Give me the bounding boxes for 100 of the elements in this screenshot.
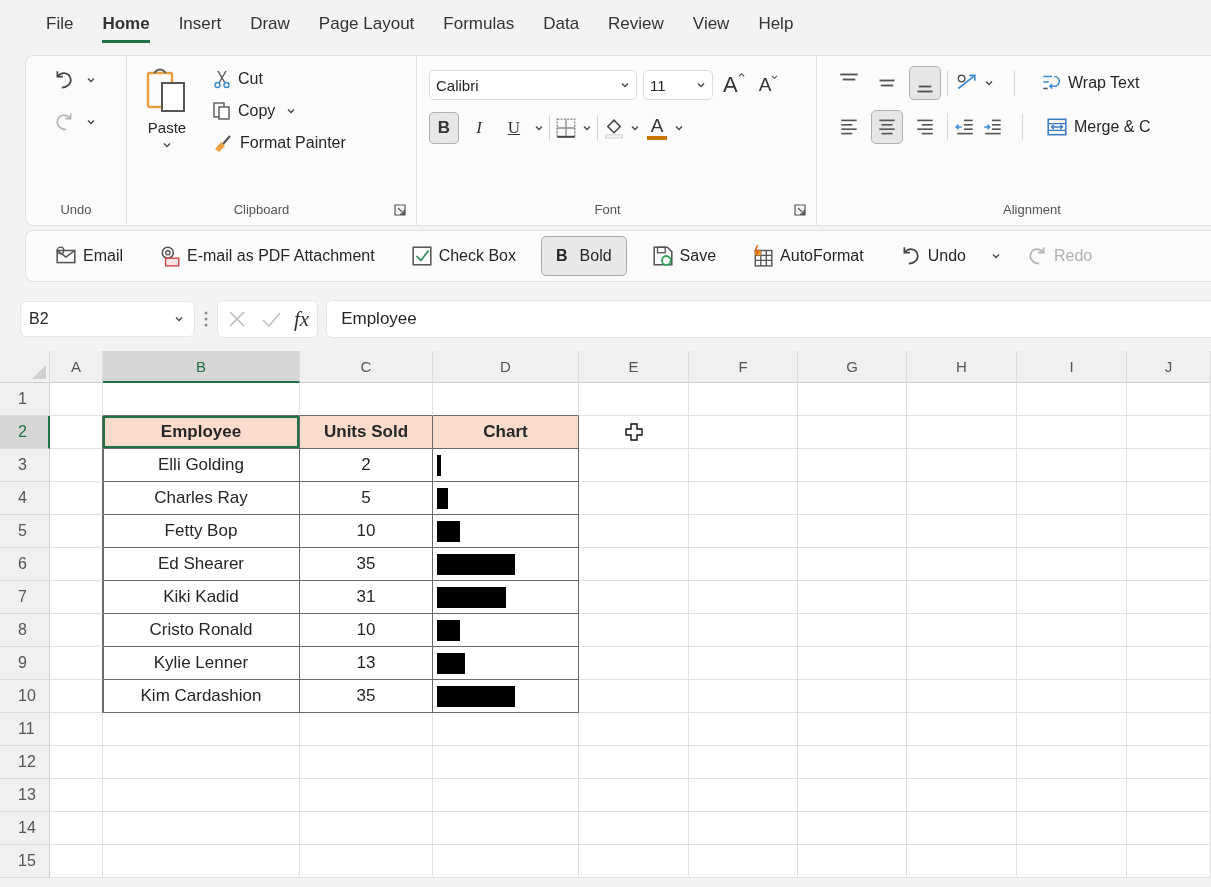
text-style-button[interactable]: I [464, 112, 494, 144]
row-header[interactable]: 9 [0, 647, 50, 680]
menu-tab[interactable]: Draw [250, 7, 290, 43]
row-header[interactable]: 6 [0, 548, 50, 581]
row-header[interactable]: 13 [0, 779, 50, 812]
select-all-icon[interactable] [32, 365, 46, 379]
row-header[interactable]: 3 [0, 449, 50, 482]
row-header[interactable]: 4 [0, 482, 50, 515]
column-header[interactable]: A [50, 351, 103, 383]
row-header[interactable]: 10 [0, 680, 50, 713]
more-options-icon[interactable] [203, 310, 209, 328]
paintbrush-icon [212, 133, 234, 153]
font-size-dropdown[interactable]: 11 [643, 70, 713, 100]
column-header[interactable]: C [300, 351, 433, 383]
name-box[interactable]: B2 [20, 301, 195, 337]
menu-tab[interactable]: Page Layout [318, 7, 415, 43]
row-header[interactable]: 2 [0, 416, 50, 449]
checkbox-icon[interactable] [410, 245, 433, 267]
group-label: Undo [59, 202, 93, 217]
toolbar-button[interactable]: Email [44, 238, 134, 274]
menu-tab[interactable]: File [46, 7, 74, 43]
toolbar-button[interactable]: B Bold [541, 236, 627, 276]
row-header[interactable]: 14 [0, 812, 50, 845]
dialog-launcher-icon[interactable] [794, 203, 806, 216]
menu-tab[interactable]: View [692, 7, 730, 43]
font-name-dropdown[interactable]: Calibri [429, 70, 637, 100]
cut-button[interactable]: Cut [207, 66, 351, 92]
merge-center-button[interactable]: Merge & C [1041, 113, 1156, 141]
fill-bucket-icon[interactable] [603, 117, 625, 139]
menu-tab[interactable]: Help [758, 7, 794, 43]
horizontal-align-button[interactable] [871, 110, 903, 144]
align-icon [839, 73, 859, 81]
insert-function-button[interactable]: fx [294, 306, 310, 332]
toolbar-button[interactable]: AutoFormat [741, 238, 875, 274]
column-header[interactable]: I [1017, 351, 1127, 383]
text-style-button[interactable]: B [429, 112, 459, 144]
table-cell: 31 [300, 581, 433, 614]
menu-tab[interactable]: Formulas [443, 7, 515, 43]
menu-tab[interactable]: Insert [178, 7, 222, 43]
shrink-font-button[interactable]: A [754, 73, 783, 97]
vertical-align-button[interactable] [909, 66, 941, 100]
row-header[interactable]: 15 [0, 845, 50, 878]
group-label: Clipboard [232, 202, 291, 217]
table-cell: 10 [300, 614, 433, 647]
borders-icon[interactable] [555, 117, 577, 139]
toolbar-button[interactable]: E-mail as PDF Attachment [148, 238, 386, 274]
table-cell: Fetty Bop [103, 515, 300, 548]
column-header[interactable]: D [433, 351, 579, 383]
caret-icon[interactable] [990, 251, 1001, 261]
column-header[interactable]: G [798, 351, 907, 383]
menu-tab[interactable]: Review [608, 7, 664, 43]
caret-icon[interactable] [630, 123, 640, 133]
caret-icon[interactable] [620, 80, 630, 90]
copy-button[interactable]: Copy [207, 98, 281, 124]
column-header[interactable]: F [689, 351, 798, 383]
column-header[interactable]: E [579, 351, 689, 383]
row-header[interactable]: 12 [0, 746, 50, 779]
column-header[interactable]: J [1127, 351, 1211, 383]
table-cell: 5 [300, 482, 433, 515]
caret-icon[interactable] [174, 314, 184, 324]
group-label: Font [593, 202, 622, 217]
table-cell: Elli Golding [103, 449, 300, 482]
merge-cells-icon [1046, 116, 1068, 138]
align-icon [915, 85, 935, 93]
row-header[interactable]: 5 [0, 515, 50, 548]
table-cell: Kim Cardashion [103, 680, 300, 713]
column-header[interactable]: B [103, 351, 300, 383]
row-header[interactable]: 8 [0, 614, 50, 647]
caret-icon[interactable] [674, 123, 684, 133]
toolbar-button[interactable]: Save [640, 238, 728, 274]
formula-field[interactable]: Employee [326, 300, 1211, 338]
wrap-text-button[interactable]: Wrap Text [1035, 69, 1145, 97]
align-icon [877, 79, 897, 87]
caret-icon[interactable] [86, 75, 96, 85]
header-cell: Chart [433, 416, 579, 449]
menu-tab[interactable]: Home [102, 7, 150, 43]
caret-icon[interactable] [984, 78, 994, 88]
table-cell: Kylie Lenner [103, 647, 300, 680]
row-header[interactable]: 11 [0, 713, 50, 746]
font-color-button[interactable]: A [645, 116, 669, 140]
table-cell: 35 [300, 548, 433, 581]
toolbar-button[interactable]: Check Box [399, 238, 527, 274]
caret-icon[interactable] [286, 106, 297, 116]
grow-font-button[interactable]: A [719, 71, 749, 99]
table-cell: Ed Shearer [103, 548, 300, 581]
caret-icon[interactable] [696, 80, 706, 90]
dialog-launcher-icon[interactable] [394, 203, 406, 216]
menu-tab[interactable]: Data [543, 7, 580, 43]
table-grid-icon[interactable] [752, 245, 775, 267]
caret-icon[interactable] [534, 123, 544, 133]
row-header[interactable]: 1 [0, 383, 50, 416]
column-header[interactable]: H [907, 351, 1017, 383]
caret-icon[interactable] [86, 117, 96, 127]
toolbar-button[interactable]: Undo [888, 238, 977, 274]
paste-button[interactable]: Paste [137, 66, 197, 202]
text-style-button[interactable]: U [499, 112, 529, 144]
row-header[interactable]: 7 [0, 581, 50, 614]
format-painter-button[interactable]: Format Painter [207, 130, 351, 156]
caret-icon[interactable] [582, 123, 592, 133]
caret-icon[interactable] [162, 140, 172, 150]
